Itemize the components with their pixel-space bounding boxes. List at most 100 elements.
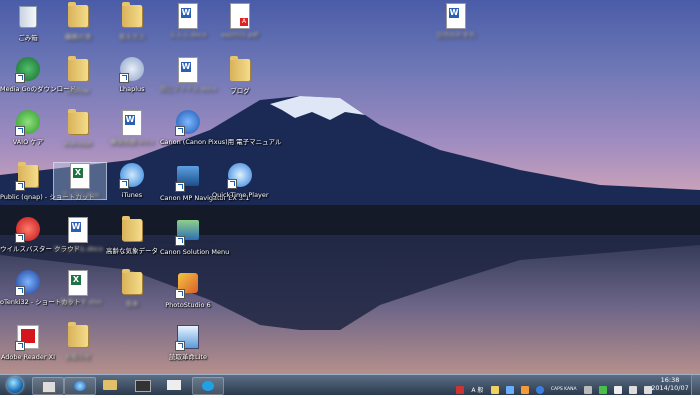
system-tray: A 般 CAPS KANA xyxy=(454,379,652,394)
pdf-file-icon: A xyxy=(227,3,253,29)
taskbar: A 般 CAPS KANA 16:38 2014/10/07 xyxy=(0,374,700,395)
desktop-background: ごみ箱 Media Goのダウンロード VAIO ケア Public (qnap… xyxy=(0,0,700,374)
yomitori-kakumei-icon-item[interactable]: 読取革命Lite xyxy=(160,323,216,361)
word-file-icon-item[interactable]: W 日付のわすれ xyxy=(428,3,484,39)
ocr-icon xyxy=(175,325,201,351)
adobe-reader-icon-item[interactable]: Adobe Reader XI xyxy=(0,323,56,361)
weather-data-folder-icon-item[interactable]: 高齢な気象データ xyxy=(104,216,160,255)
otenki32-shortcut-icon-item[interactable]: oTenki32 - ショートカット xyxy=(0,270,81,306)
photostudio-icon-item[interactable]: PhotoStudio 6 xyxy=(160,270,216,309)
folder-icon-item[interactable]: お知らせ xyxy=(50,322,106,361)
canon-mp-navigator-icon-item[interactable]: Canon MP Navigator EX 3.1 xyxy=(160,163,249,202)
canon-manual-icon-item[interactable]: Canon (Canon Pixus)用 電子マニュアル xyxy=(160,110,282,146)
desktop-icon-label: elafolder xyxy=(63,140,93,148)
flag-icon[interactable] xyxy=(613,385,622,394)
taskbar-button-internet-explorer[interactable] xyxy=(64,377,96,395)
folder-icon xyxy=(119,216,145,245)
network-icon[interactable] xyxy=(628,385,637,394)
desktop-icon-label: 見本 xyxy=(125,300,139,308)
folder-icon xyxy=(119,269,145,298)
ime-indicator[interactable]: A 般 xyxy=(471,387,483,394)
folder-icon xyxy=(65,2,91,31)
folder-shortcut-icon xyxy=(15,162,41,191)
quicktime-player-icon-item[interactable]: QuickTime Player xyxy=(212,163,269,199)
pdf-file-icon-item[interactable]: A ea2015.pdf xyxy=(212,3,268,39)
folder-icon xyxy=(227,56,253,85)
clock-date: 2014/10/07 xyxy=(651,384,689,392)
desktop-icon-label: Ddflow xyxy=(66,87,90,95)
word-file-icon-item[interactable]: W 同じファイル.docx xyxy=(160,57,217,93)
desktop-icon-label: 一般表です.xlsx xyxy=(54,298,102,306)
lhaplus-icon-item[interactable]: Lhaplus xyxy=(104,57,160,93)
tray-icon[interactable] xyxy=(520,385,529,394)
excel-file-icon: X xyxy=(65,270,91,296)
pen-tablet-icon xyxy=(135,380,151,392)
adobe-reader-icon xyxy=(15,325,41,351)
folder-icon-item[interactable]: 見えカス xyxy=(104,2,160,41)
folder-icon xyxy=(65,322,91,351)
word-file-icon: W xyxy=(443,3,469,29)
word-file-icon-item[interactable]: W マニュアル.docx xyxy=(50,217,106,253)
word-file-icon: W xyxy=(119,110,145,136)
folder-icon xyxy=(65,109,91,138)
word-file-icon-item[interactable]: W ふふふ.docx xyxy=(160,3,216,39)
desktop-icon-label: 練習問題.docx xyxy=(110,138,154,146)
taskbar-button-media[interactable] xyxy=(162,377,186,393)
tray-icon[interactable] xyxy=(490,385,499,394)
recycle-bin-icon-item[interactable]: ごみ箱 xyxy=(0,3,56,42)
quicktime-icon xyxy=(227,163,253,189)
taskbar-button-explorer[interactable] xyxy=(98,377,122,393)
word-file-icon: W xyxy=(65,217,91,243)
skype-icon xyxy=(202,381,214,391)
desktop-icon-label: QuickTime Player xyxy=(212,191,269,199)
clock[interactable]: 16:38 2014/10/07 xyxy=(650,376,690,392)
excel-file-icon-item[interactable]: X ブック1.xlsx xyxy=(53,162,107,200)
tray-icon[interactable] xyxy=(598,385,607,394)
vaio-care-icon xyxy=(15,110,41,136)
show-desktop-button[interactable] xyxy=(691,375,700,395)
desktop-icon-label: お知らせ xyxy=(65,353,91,361)
excel-file-icon: X xyxy=(67,163,93,189)
desktop-icon-label: 見えカス xyxy=(119,33,145,41)
vaio-care-icon-item[interactable]: VAIO ケア xyxy=(0,110,56,146)
desktop-icon-label: VAIO ケア xyxy=(12,138,44,146)
word-file-icon: W xyxy=(175,3,201,29)
folder-icon-item[interactable]: 職務の流 xyxy=(50,2,106,41)
media-go-icon-item[interactable]: Media Goのダウンロード xyxy=(0,57,76,93)
folder-icon-item[interactable]: 見本 xyxy=(104,269,160,308)
desktop-icon-label: Lhaplus xyxy=(119,85,145,93)
public-qnap-shortcut-icon-item[interactable]: Public (qnap) - ショートカット xyxy=(0,162,95,201)
desktop-icon-label: 同じファイル.docx xyxy=(160,85,217,93)
desktop-icon-label: 職務の流 xyxy=(65,33,91,41)
caps-kana-indicator: CAPS KANA xyxy=(550,387,577,392)
folder-icon-item[interactable]: Ddflow xyxy=(50,56,106,95)
virus-buster-icon-item[interactable]: ウイルスバスター クラウド xyxy=(0,217,80,253)
word-file-icon-item[interactable]: W 練習問題.docx xyxy=(104,110,160,146)
itunes-icon-item[interactable]: iTunes xyxy=(104,163,160,199)
word-file-icon: W xyxy=(175,57,201,83)
start-button[interactable] xyxy=(2,377,28,393)
tray-icon[interactable] xyxy=(456,385,465,394)
desktop-icon-label: Public (qnap) - ショートカット xyxy=(0,193,95,201)
taskbar-button-skype[interactable] xyxy=(192,377,224,395)
tray-icon[interactable] xyxy=(583,385,592,394)
folder-icon xyxy=(65,56,91,85)
virus-buster-icon xyxy=(15,217,41,243)
media-player-icon xyxy=(167,380,181,390)
taskbar-button-app[interactable] xyxy=(130,377,154,393)
lhaplus-icon xyxy=(119,57,145,83)
desktop-icon-label: ブック1.xlsx xyxy=(60,191,100,199)
canon-solution-menu-icon-item[interactable]: Canon Solution Menu xyxy=(160,217,229,256)
excel-file-icon-item[interactable]: X 一般表です.xlsx xyxy=(50,270,106,306)
help-manual-icon xyxy=(175,110,201,136)
desktop-icon-label: Canon (Canon Pixus)用 電子マニュアル xyxy=(160,138,282,146)
desktop-icon-label: 日付のわすれ xyxy=(436,31,476,39)
blog-folder-icon-item[interactable]: ブログ xyxy=(212,56,268,95)
folder-icon-item[interactable]: elafolder xyxy=(50,109,106,148)
desktop-icon-label: oTenki32 - ショートカット xyxy=(0,298,81,306)
desktop-icon-label: ブログ xyxy=(230,87,250,95)
help-icon[interactable] xyxy=(535,385,544,394)
taskbar-button-desktop[interactable] xyxy=(32,377,64,395)
tray-icon[interactable] xyxy=(505,385,514,394)
recycle-bin-icon xyxy=(15,6,41,32)
